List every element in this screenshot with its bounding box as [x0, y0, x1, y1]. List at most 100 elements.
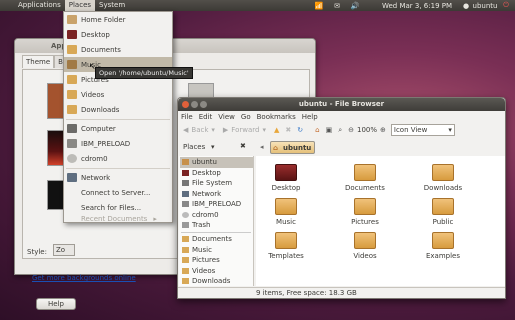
- power-icon[interactable]: ⏻: [500, 0, 512, 11]
- zoom-out-icon[interactable]: ⊖: [348, 126, 354, 134]
- search-icon[interactable]: ⌕: [338, 126, 342, 135]
- file-item-downloads[interactable]: Downloads: [419, 164, 467, 192]
- sidebar-item-pictures[interactable]: Pictures: [180, 255, 253, 266]
- music-folder-icon: [275, 198, 297, 215]
- style-label: Style:: [27, 248, 47, 256]
- file-item-videos[interactable]: Videos: [341, 232, 389, 260]
- computer-icon[interactable]: ▣: [326, 126, 333, 134]
- sidebar: ubuntu Desktop File System Network IBM_P…: [179, 156, 254, 286]
- forward-arrow-icon: ▶: [222, 126, 229, 134]
- menu-item-connect-to-server[interactable]: Connect to Server...: [64, 185, 172, 200]
- sidebar-item-network[interactable]: Network: [180, 189, 253, 200]
- system-menu[interactable]: System: [95, 0, 129, 11]
- help-button[interactable]: Help: [36, 298, 76, 310]
- style-combo[interactable]: Zo: [53, 244, 75, 256]
- user-name[interactable]: ubuntu: [470, 0, 500, 11]
- menu-item-ibm-preload[interactable]: IBM_PRELOAD: [64, 136, 172, 151]
- toolbar: ◀ Back ▾ ▶ Forward ▾ ▲ ✖ ↻ ⌂ ▣ ⌕ ⊖ 100% …: [178, 122, 505, 138]
- file-label: Templates: [268, 252, 304, 260]
- menu-label: Recent Documents: [81, 215, 148, 223]
- sidebar-item-ubuntu[interactable]: ubuntu: [180, 157, 253, 168]
- sidebar-item-videos[interactable]: Videos: [180, 266, 253, 277]
- reload-icon[interactable]: ↻: [297, 126, 303, 134]
- sidebar-item-cdrom0[interactable]: cdrom0: [180, 210, 253, 221]
- menu-label: Network: [81, 173, 111, 182]
- sidebar-label: Network: [192, 189, 222, 198]
- file-label: Public: [432, 218, 454, 226]
- file-item-public[interactable]: Public: [419, 198, 467, 226]
- prev-location-icon[interactable]: ◂: [260, 143, 264, 151]
- clock[interactable]: Wed Mar 3, 6:19 PM: [372, 0, 462, 11]
- minimize-icon[interactable]: [191, 101, 198, 108]
- menu-view[interactable]: View: [218, 113, 235, 121]
- public-folder-icon: [432, 198, 454, 215]
- chevron-down-icon[interactable]: ▾: [211, 143, 215, 151]
- view-mode-value: Icon View: [393, 126, 428, 134]
- sidebar-item-file-system[interactable]: File System: [180, 178, 253, 189]
- dropdown-icon[interactable]: ▾: [262, 126, 266, 134]
- file-item-templates[interactable]: Templates: [262, 232, 310, 260]
- status-text: 9 items, Free space: 18.3 GB: [256, 289, 357, 297]
- menu-item-cdrom0[interactable]: cdrom0: [64, 151, 172, 166]
- examples-folder-icon: [432, 232, 454, 249]
- volume-icon[interactable]: 🔊: [350, 0, 360, 11]
- user-icon[interactable]: ●: [462, 0, 470, 11]
- home-icon[interactable]: ⌂: [315, 126, 319, 134]
- menu-bookmarks[interactable]: Bookmarks: [257, 113, 296, 121]
- zoom-level[interactable]: 100%: [357, 126, 377, 134]
- stop-icon[interactable]: ✖: [285, 126, 291, 134]
- menu-go[interactable]: Go: [241, 113, 251, 121]
- menu-item-network[interactable]: Network: [64, 170, 172, 185]
- dropdown-icon[interactable]: ▾: [211, 126, 215, 134]
- up-icon[interactable]: ▲: [274, 126, 279, 134]
- file-label: Downloads: [423, 184, 463, 192]
- menu-item-videos[interactable]: Videos: [64, 87, 172, 102]
- file-label: Music: [276, 218, 296, 226]
- network-icon[interactable]: 📶: [314, 0, 324, 11]
- more-backgrounds-link[interactable]: Get more backgrounds online: [32, 274, 136, 282]
- location-button[interactable]: ⌂ ubuntu: [270, 141, 316, 154]
- menu-edit[interactable]: Edit: [199, 113, 213, 121]
- menu-item-computer[interactable]: Computer: [64, 121, 172, 136]
- places-label[interactable]: Places: [183, 143, 205, 151]
- top-panel: Applications Places System 📶 ✉ 🔊 Wed Mar…: [0, 0, 515, 11]
- file-item-pictures[interactable]: Pictures: [341, 198, 389, 226]
- menu-help[interactable]: Help: [302, 113, 318, 121]
- menu-item-documents[interactable]: Documents: [64, 42, 172, 57]
- menu-item-recent-documents[interactable]: Recent Documents ▸: [64, 214, 172, 224]
- chevron-down-icon: ▾: [448, 126, 452, 134]
- file-item-documents[interactable]: Documents: [341, 164, 389, 192]
- file-item-desktop[interactable]: Desktop: [262, 164, 310, 192]
- close-icon[interactable]: [182, 101, 189, 108]
- sidebar-label: Desktop: [192, 168, 221, 177]
- maximize-icon[interactable]: [200, 101, 207, 108]
- view-mode-select[interactable]: Icon View ▾: [390, 124, 455, 136]
- downloads-folder-icon: [432, 164, 454, 181]
- menu-item-downloads[interactable]: Downloads: [64, 102, 172, 117]
- desktop-icon: [67, 30, 77, 39]
- file-browser-window: ubuntu - File Browser File Edit View Go …: [177, 97, 506, 299]
- sidebar-label: ubuntu: [192, 158, 217, 167]
- sidebar-item-desktop[interactable]: Desktop: [180, 168, 253, 179]
- sidebar-item-music[interactable]: Music: [180, 245, 253, 256]
- back-button[interactable]: Back: [191, 126, 208, 134]
- zoom-in-icon[interactable]: ⊕: [380, 126, 386, 134]
- file-item-examples[interactable]: Examples: [419, 232, 467, 260]
- drive-icon: [67, 139, 77, 148]
- file-item-music[interactable]: Music: [262, 198, 310, 226]
- places-menu[interactable]: Places: [64, 0, 96, 11]
- applications-menu[interactable]: Applications: [14, 0, 65, 11]
- menu-file[interactable]: File: [181, 113, 193, 121]
- forward-button[interactable]: Forward: [231, 126, 259, 134]
- menu-item-search-for-files[interactable]: Search for Files...: [64, 200, 172, 215]
- tab-theme[interactable]: Theme: [22, 55, 55, 68]
- sidebar-item-documents[interactable]: Documents: [180, 234, 253, 245]
- mail-icon[interactable]: ✉: [332, 0, 342, 11]
- close-sidebar-icon[interactable]: ✖: [240, 142, 246, 150]
- sidebar-item-trash[interactable]: Trash: [180, 220, 253, 231]
- menu-item-desktop[interactable]: Desktop: [64, 27, 172, 42]
- sidebar-item-downloads[interactable]: Downloads: [180, 276, 253, 287]
- sidebar-separator: [181, 232, 251, 233]
- sidebar-item-ibm-preload[interactable]: IBM_PRELOAD: [180, 199, 253, 210]
- menu-item-home-folder[interactable]: Home Folder: [64, 12, 172, 27]
